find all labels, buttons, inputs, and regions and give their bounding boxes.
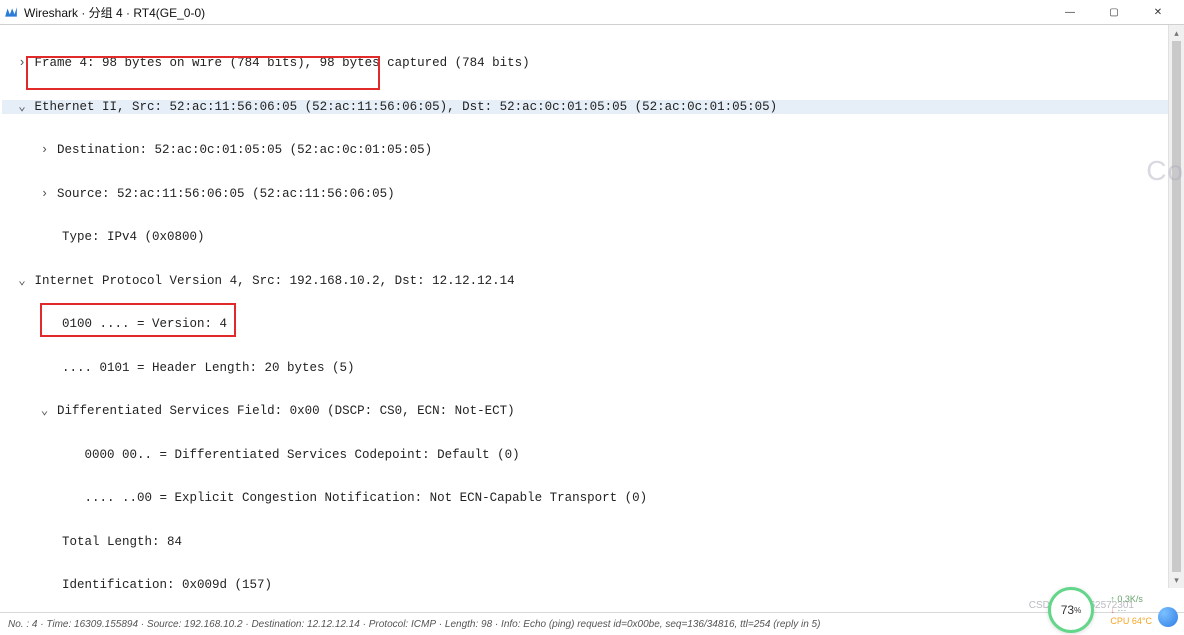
sys-pct: 73: [1061, 603, 1074, 617]
arrow-down-icon: ↓: [1110, 605, 1115, 615]
scroll-track[interactable]: [1169, 41, 1184, 572]
net-up: 0.3K/s: [1117, 594, 1143, 604]
maximize-button[interactable]: ▢: [1092, 0, 1136, 24]
status-len: Length: 98: [445, 619, 492, 630]
ip-id-row[interactable]: Identification: 0x009d (157): [2, 578, 1184, 592]
frame-summary: Frame 4: 98 bytes on wire (784 bits), 98…: [35, 56, 530, 70]
scroll-thumb[interactable]: [1172, 41, 1181, 572]
ip-ds: Differentiated Services Field: 0x00 (DSC…: [57, 404, 515, 418]
scroll-up-icon[interactable]: ▴: [1169, 25, 1184, 41]
eth-src: Source: 52:ac:11:56:06:05 (52:ac:11:56:0…: [57, 187, 395, 201]
status-dest: Destination: 12.12.12.14: [251, 619, 359, 630]
ip-dscp-row[interactable]: 0000 00.. = Differentiated Services Code…: [2, 448, 1184, 463]
ip-dscp: 0000 00.. = Differentiated Services Code…: [85, 448, 520, 462]
ip-totlen: Total Length: 84: [62, 535, 182, 549]
ip-version-row[interactable]: 0100 .... = Version: 4: [2, 317, 1184, 332]
close-button[interactable]: ✕: [1136, 0, 1180, 24]
ip-row[interactable]: ⌄ Internet Protocol Version 4, Src: 192.…: [2, 274, 1184, 289]
minimize-button[interactable]: —: [1048, 0, 1092, 24]
cpu-temp: CPU 64°C: [1110, 616, 1152, 627]
ip-hdrlen-row[interactable]: .... 0101 = Header Length: 20 bytes (5): [2, 361, 1184, 376]
eth-dst: Destination: 52:ac:0c:01:05:05 (52:ac:0c…: [57, 143, 432, 157]
window-buttons: — ▢ ✕: [1048, 0, 1180, 24]
sys-pct-sym: %: [1074, 606, 1081, 615]
scroll-down-icon[interactable]: ▾: [1169, 572, 1184, 588]
collapse-icon[interactable]: ⌄: [17, 100, 27, 115]
titlebar: Wireshark · 分组 4 · RT4(GE_0-0) — ▢ ✕: [0, 0, 1184, 24]
ip-hdrlen: .... 0101 = Header Length: 20 bytes (5): [62, 361, 355, 375]
frame-summary-row[interactable]: › Frame 4: 98 bytes on wire (784 bits), …: [2, 56, 1184, 71]
eth-src-row[interactable]: › Source: 52:ac:11:56:06:05 (52:ac:11:56…: [2, 187, 1184, 202]
collapse-icon[interactable]: ⌄: [40, 404, 50, 419]
ip-id: Identification: 0x009d (157): [62, 578, 272, 592]
status-bar: No. : 4 · Time: 16309.155894 · Source: 1…: [0, 612, 1184, 635]
eth-type: Type: IPv4 (0x0800): [62, 230, 205, 244]
scrollbar-vertical[interactable]: ▴ ▾: [1168, 25, 1184, 588]
eth-dst-row[interactable]: › Destination: 52:ac:0c:01:05:05 (52:ac:…: [2, 143, 1184, 158]
ip-summary: Internet Protocol Version 4, Src: 192.16…: [35, 274, 515, 288]
eth-type-row[interactable]: Type: IPv4 (0x0800): [2, 230, 1184, 245]
expand-icon[interactable]: ›: [40, 143, 50, 158]
side-watermark: Co: [1146, 155, 1184, 187]
ip-totlen-row[interactable]: Total Length: 84: [2, 535, 1184, 550]
ip-ecn: .... ..00 = Explicit Congestion Notifica…: [85, 491, 648, 505]
globe-icon[interactable]: [1158, 607, 1178, 627]
expand-icon[interactable]: ›: [17, 56, 27, 71]
status-info: Info: Echo (ping) request id=0x00be, seq…: [501, 619, 820, 630]
expand-icon[interactable]: ›: [40, 187, 50, 202]
ethernet-row[interactable]: ⌄ Ethernet II, Src: 52:ac:11:56:06:05 (5…: [2, 100, 1184, 115]
packet-details-pane[interactable]: › Frame 4: 98 bytes on wire (784 bits), …: [0, 25, 1184, 592]
net-dn: ···: [1117, 605, 1126, 615]
system-monitor-ring[interactable]: 73%: [1048, 587, 1094, 633]
status-time: Time: 16309.155894: [46, 619, 138, 630]
ethernet-summary: Ethernet II, Src: 52:ac:11:56:06:05 (52:…: [35, 100, 778, 114]
system-meta: ↑ 0.3K/s ↓ ··· CPU 64°C: [1110, 594, 1152, 627]
ip-ds-row[interactable]: ⌄ Differentiated Services Field: 0x00 (D…: [2, 404, 1184, 419]
ip-ecn-row[interactable]: .... ..00 = Explicit Congestion Notifica…: [2, 491, 1184, 506]
window-title: Wireshark · 分组 4 · RT4(GE_0-0): [24, 4, 1048, 21]
collapse-icon[interactable]: ⌄: [17, 274, 27, 289]
ip-version: 0100 .... = Version: 4: [62, 317, 227, 331]
arrow-up-icon: ↑: [1110, 594, 1115, 604]
status-source: Source: 192.168.10.2: [147, 619, 243, 630]
status-proto: Protocol: ICMP: [369, 619, 436, 630]
wireshark-icon: [4, 5, 18, 19]
status-no: No. : 4: [8, 619, 37, 630]
